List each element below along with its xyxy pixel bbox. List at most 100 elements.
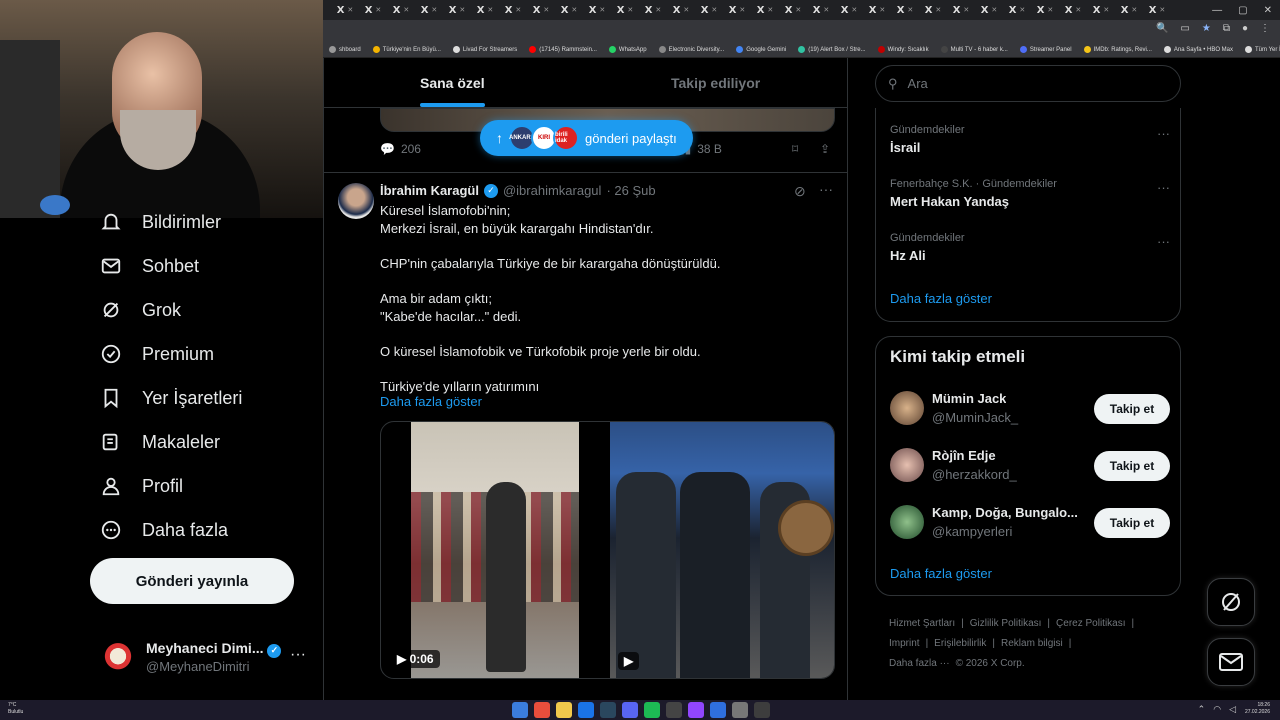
close-icon[interactable]: ✕ bbox=[935, 6, 941, 14]
maximize-icon[interactable]: ▢ bbox=[1238, 5, 1247, 16]
more-icon[interactable]: ··· bbox=[819, 181, 833, 197]
discord-icon[interactable] bbox=[622, 702, 638, 718]
browser-tab[interactable]: X ✕ bbox=[1115, 0, 1143, 20]
browser-tab[interactable]: X ✕ bbox=[387, 0, 415, 20]
browser-tab[interactable]: X ✕ bbox=[555, 0, 583, 20]
bookmark-item[interactable]: Electronic Diversity... bbox=[653, 46, 731, 53]
author-handle[interactable]: @ibrahimkaragul bbox=[503, 183, 601, 198]
bookmark-item[interactable]: Türkiye'nin En Büyü... bbox=[367, 46, 447, 53]
browser-tab[interactable]: X ✕ bbox=[443, 0, 471, 20]
close-icon[interactable]: ✕ bbox=[1047, 6, 1053, 14]
footer-link[interactable]: Daha fazla ··· bbox=[889, 658, 950, 669]
close-icon[interactable]: ✕ bbox=[375, 6, 381, 14]
browser-tab[interactable]: X ✕ bbox=[1031, 0, 1059, 20]
bookmark-item[interactable]: WhatsApp bbox=[603, 46, 653, 53]
extensions-icon[interactable]: ⧉ bbox=[1223, 23, 1230, 34]
app-icon[interactable] bbox=[710, 702, 726, 718]
close-icon[interactable]: ✕ bbox=[627, 6, 633, 14]
close-icon[interactable]: ✕ bbox=[487, 6, 493, 14]
follow-suggestion[interactable]: Ròjîn Edje @herzakkord_ Takip et bbox=[890, 448, 1170, 488]
who-to-follow-show-more[interactable]: Daha fazla göster bbox=[890, 566, 992, 581]
more-icon[interactable]: ··· bbox=[290, 646, 306, 664]
browser-tab[interactable]: X ✕ bbox=[891, 0, 919, 20]
sidebar-item-daha-fazla[interactable]: Daha fazla bbox=[100, 515, 228, 545]
browser-tab[interactable]: X ✕ bbox=[499, 0, 527, 20]
bookmark-item[interactable]: shboard bbox=[323, 46, 367, 53]
play-icon[interactable]: ▶ bbox=[618, 652, 640, 670]
browser-tab[interactable]: X ✕ bbox=[807, 0, 835, 20]
close-icon[interactable]: ✕ bbox=[403, 6, 409, 14]
reply-button[interactable]: 💬 206 bbox=[380, 142, 421, 156]
clock[interactable]: 18:26 27.02.2026 bbox=[1245, 702, 1270, 716]
close-icon[interactable]: ✕ bbox=[1075, 6, 1081, 14]
chevron-up-icon[interactable]: ⌃ bbox=[1198, 704, 1206, 715]
footer-link[interactable]: © 2026 X Corp. bbox=[956, 658, 1025, 669]
bookmark-item[interactable]: Streamer Panel bbox=[1014, 46, 1078, 53]
video-1[interactable] bbox=[411, 422, 579, 678]
grok-button[interactable] bbox=[1207, 578, 1255, 626]
grok-icon[interactable]: ⊘ bbox=[794, 183, 806, 200]
weather-widget[interactable]: 7°C Bulutlu bbox=[8, 702, 23, 716]
folder-icon[interactable] bbox=[556, 702, 572, 718]
bookmark-item[interactable]: Google Gemini bbox=[730, 46, 792, 53]
sidebar-item-premium[interactable]: Premium bbox=[100, 339, 214, 369]
browser-tab[interactable]: X ✕ bbox=[471, 0, 499, 20]
close-icon[interactable]: ✕ bbox=[431, 6, 437, 14]
tweet-date[interactable]: · 26 Şub bbox=[606, 183, 655, 198]
app-icon[interactable] bbox=[666, 702, 682, 718]
footer-link[interactable]: Çerez Politikası bbox=[1056, 618, 1125, 629]
follow-suggestion[interactable]: Mümin Jack @MuminJack_ Takip et bbox=[890, 391, 1170, 431]
tweet-media[interactable]: ▶ 0:06 ▶ bbox=[380, 421, 835, 679]
browser-tab[interactable]: X ✕ bbox=[611, 0, 639, 20]
close-icon[interactable]: ✕ bbox=[879, 6, 885, 14]
author-name[interactable]: İbrahim Karagül bbox=[380, 183, 479, 198]
star-icon[interactable]: ★ bbox=[1202, 23, 1211, 34]
avatar[interactable] bbox=[890, 505, 924, 539]
close-icon[interactable]: ✕ bbox=[1264, 5, 1272, 16]
tweet[interactable]: İbrahim Karagül ✓ @ibrahimkaragul · 26 Ş… bbox=[324, 173, 847, 700]
tab-following[interactable]: Takip ediliyor bbox=[671, 75, 760, 91]
close-icon[interactable]: ✕ bbox=[963, 6, 969, 14]
browser-tab[interactable]: X ✕ bbox=[723, 0, 751, 20]
close-icon[interactable]: ✕ bbox=[543, 6, 549, 14]
bookmark-item[interactable]: Ana Sayfa • HBO Max bbox=[1158, 46, 1239, 53]
obs-icon[interactable] bbox=[754, 702, 770, 718]
follow-button[interactable]: Takip et bbox=[1094, 451, 1170, 481]
avatar[interactable] bbox=[338, 183, 374, 219]
tab-for-you[interactable]: Sana özel bbox=[420, 75, 485, 107]
browser-tab[interactable]: X ✕ bbox=[359, 0, 387, 20]
close-icon[interactable]: ✕ bbox=[795, 6, 801, 14]
start-icon[interactable] bbox=[512, 702, 528, 718]
more-icon[interactable]: ··· bbox=[1157, 180, 1170, 195]
browser-tab[interactable]: X ✕ bbox=[1143, 0, 1171, 20]
close-icon[interactable]: ✕ bbox=[599, 6, 605, 14]
browser-tab[interactable]: X ✕ bbox=[975, 0, 1003, 20]
footer-link[interactable]: Imprint bbox=[889, 638, 920, 649]
browser-tab[interactable]: X ✕ bbox=[667, 0, 695, 20]
browser-tab[interactable]: X ✕ bbox=[695, 0, 723, 20]
close-icon[interactable]: ✕ bbox=[1131, 6, 1137, 14]
bookmark-item[interactable]: Livad For Streamers bbox=[447, 46, 523, 53]
browser-tab[interactable]: X ✕ bbox=[527, 0, 555, 20]
close-icon[interactable]: ✕ bbox=[683, 6, 689, 14]
close-icon[interactable]: ✕ bbox=[907, 6, 913, 14]
video-2[interactable]: ▶ bbox=[610, 422, 834, 678]
browser-tab[interactable]: X ✕ bbox=[751, 0, 779, 20]
footer-link[interactable]: Reklam bilgisi bbox=[1001, 638, 1063, 649]
close-icon[interactable]: ✕ bbox=[1103, 6, 1109, 14]
sidebar-item-sohbet[interactable]: Sohbet bbox=[100, 251, 199, 281]
avatar[interactable] bbox=[890, 448, 924, 482]
close-icon[interactable]: ✕ bbox=[347, 6, 353, 14]
browser-tab[interactable]: X ✕ bbox=[1003, 0, 1031, 20]
close-icon[interactable]: ✕ bbox=[1019, 6, 1025, 14]
browser-tab[interactable]: X ✕ bbox=[919, 0, 947, 20]
address-bar[interactable]: 🔍 ▭ ★ ⧉ ● ⋮ bbox=[323, 20, 1280, 42]
trends-show-more[interactable]: Daha fazla göster bbox=[890, 291, 992, 306]
new-posts-pill[interactable]: ↑ ANKARA KIRI birili idak gönderi paylaş… bbox=[480, 120, 693, 156]
footer-link[interactable]: Erişilebilirlik bbox=[934, 638, 986, 649]
bookmark-item[interactable]: (19) Alert Box / Stre... bbox=[792, 46, 871, 53]
close-icon[interactable]: ✕ bbox=[823, 6, 829, 14]
close-icon[interactable]: ✕ bbox=[515, 6, 521, 14]
minimize-icon[interactable]: — bbox=[1212, 5, 1222, 16]
close-icon[interactable]: ✕ bbox=[459, 6, 465, 14]
